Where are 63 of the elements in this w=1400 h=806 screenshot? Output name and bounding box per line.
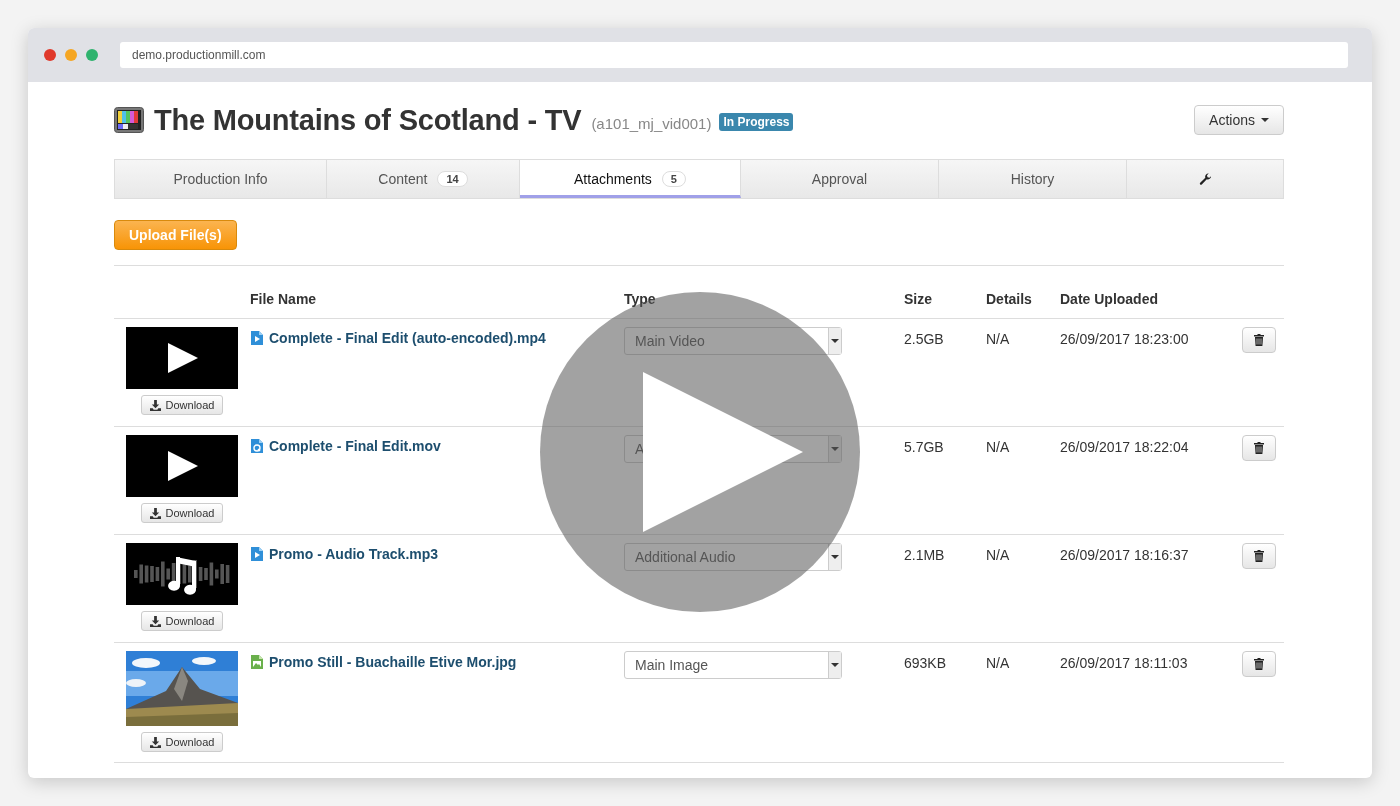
file-link[interactable]: Complete - Final Edit.mov bbox=[269, 438, 441, 454]
column-header: File Name bbox=[250, 291, 318, 309]
delete-button[interactable] bbox=[1242, 651, 1276, 677]
wrench-icon bbox=[1198, 172, 1212, 186]
tab[interactable]: Content 14 bbox=[327, 160, 520, 198]
caret-icon bbox=[1261, 118, 1269, 122]
video-file-icon bbox=[250, 438, 264, 454]
file-link[interactable]: Promo Still - Buachaille Etive Mor.jpg bbox=[269, 654, 517, 670]
table-cell-text: N/A bbox=[986, 546, 1011, 565]
column-header: Details bbox=[986, 291, 1033, 309]
caret-icon bbox=[831, 663, 839, 667]
type-select[interactable]: Main Image bbox=[624, 651, 842, 679]
table-cell-text: N/A bbox=[986, 330, 1011, 349]
video-file-icon bbox=[250, 330, 264, 346]
file-link[interactable]: Promo - Audio Track.mp3 bbox=[269, 546, 439, 562]
table-cell-text: 5.7GB bbox=[904, 438, 945, 457]
tv-icon bbox=[114, 107, 144, 133]
download-icon bbox=[149, 399, 161, 411]
trash-icon bbox=[1254, 442, 1264, 454]
actions-button[interactable]: Actions bbox=[1194, 105, 1284, 135]
caret-icon bbox=[831, 555, 839, 559]
delete-button[interactable] bbox=[1242, 327, 1276, 353]
column-header: Size bbox=[904, 291, 933, 309]
table-cell-text: 26/09/2017 18:22:04 bbox=[1060, 438, 1190, 457]
column-header: Date Uploaded bbox=[1060, 291, 1159, 309]
count-badge: 14 bbox=[437, 171, 468, 187]
window-control-icon[interactable] bbox=[44, 49, 56, 61]
download-button[interactable]: Download bbox=[140, 503, 224, 523]
download-icon bbox=[149, 615, 161, 627]
table-cell-text: 693KB bbox=[904, 654, 948, 673]
delete-button[interactable] bbox=[1242, 435, 1276, 461]
download-button[interactable]: Download bbox=[140, 395, 224, 415]
column-header: Type bbox=[624, 291, 657, 309]
table-cell-text: 26/09/2017 18:16:37 bbox=[1060, 546, 1190, 565]
trash-icon bbox=[1254, 658, 1264, 670]
caret-icon bbox=[831, 447, 839, 451]
production-code: (a101_mj_vid001) bbox=[591, 114, 712, 132]
download-icon bbox=[149, 736, 161, 748]
table-cell-text: 2.5GB bbox=[904, 330, 945, 349]
file-link[interactable]: Complete - Final Edit (auto-encoded).mp4 bbox=[269, 330, 546, 346]
table-cell-text: N/A bbox=[986, 654, 1011, 673]
address-bar[interactable]: demo.productionmill.com bbox=[120, 42, 1348, 68]
image-file-icon bbox=[250, 654, 264, 670]
trash-icon bbox=[1254, 334, 1264, 346]
download-button[interactable]: Download bbox=[140, 611, 224, 631]
download-icon bbox=[149, 507, 161, 519]
caret-icon bbox=[831, 339, 839, 343]
table-cell-text: 26/09/2017 18:23:00 bbox=[1060, 330, 1190, 349]
download-button[interactable]: Download bbox=[140, 732, 224, 752]
table-cell-text: 26/09/2017 18:11:03 bbox=[1060, 654, 1189, 673]
count-badge: 5 bbox=[661, 171, 686, 187]
trash-icon bbox=[1254, 550, 1264, 562]
table-cell-text: 2.1MB bbox=[904, 546, 946, 565]
table-cell-text: N/A bbox=[986, 438, 1011, 457]
tab[interactable]: Production Info bbox=[115, 160, 327, 198]
video-file-icon bbox=[250, 546, 264, 562]
page-title: The Mountains of Scotland - TV bbox=[154, 103, 582, 137]
window-control-icon[interactable] bbox=[86, 49, 98, 61]
tab[interactable]: Approval bbox=[741, 160, 939, 198]
delete-button[interactable] bbox=[1242, 543, 1276, 569]
status-badge: In Progress bbox=[719, 113, 794, 131]
tab[interactable]: Attachments 5 bbox=[520, 160, 741, 198]
tab[interactable]: History bbox=[939, 160, 1127, 198]
